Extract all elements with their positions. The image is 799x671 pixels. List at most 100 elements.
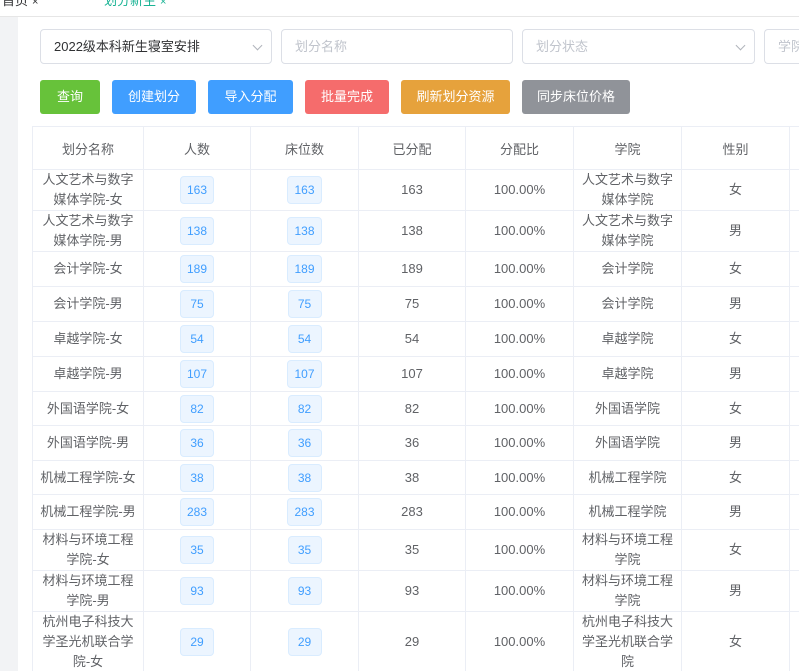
tab-freshman-division-label: 划分新生 (104, 0, 157, 8)
table-row[interactable]: 材料与环境工程学院-男 93 93 93 100.00% 材料与环境工程学院男 (32, 570, 799, 612)
cell-division-name: 材料与环境工程学院-男 (32, 570, 144, 612)
count-tag[interactable]: 82 (180, 394, 214, 423)
college-select[interactable]: 学院 (764, 29, 799, 64)
table-row[interactable]: 会计学院-女 189 189 189 100.00% 会计学院女 (32, 251, 799, 287)
import-assignment-button[interactable]: 导入分配 (208, 80, 293, 114)
cell-gender: 女 (681, 251, 790, 287)
cell-gender: 男 (681, 286, 790, 322)
beds-tag[interactable]: 54 (287, 325, 322, 353)
beds-tag[interactable]: 35 (287, 536, 322, 564)
col-header-gender[interactable]: 性别 (681, 126, 790, 170)
cell-ratio: 100.00% (465, 570, 574, 612)
table-row[interactable]: 卓越学院-女 54 54 54 100.00% 卓越学院女 (32, 321, 799, 357)
cell-gender: 女 (681, 321, 790, 357)
tab-freshman-division[interactable]: 划分新生 × (104, 0, 166, 10)
count-tag[interactable]: 107 (179, 360, 215, 388)
cell-extra (789, 210, 799, 252)
col-header-assigned[interactable]: 已分配 (358, 126, 466, 170)
cell-extra (789, 494, 799, 530)
table-row[interactable]: 杭州电子科技大学圣光机联合学院-女 29 29 29 100.00% 杭州电子科技大学圣光… (32, 611, 799, 671)
cell-extra (789, 251, 799, 287)
cell-college: 材料与环境工程学院 (573, 570, 682, 612)
table-row[interactable]: 外国语学院-女 82 82 82 100.00% 外国语学院女 (32, 391, 799, 426)
cell-beds: 38 (250, 460, 359, 495)
close-icon[interactable]: × (160, 0, 166, 8)
cell-ratio: 100.00% (465, 210, 574, 252)
beds-tag[interactable]: 93 (287, 577, 322, 605)
division-status-select[interactable]: 划分状态 (522, 29, 755, 64)
col-header-ratio[interactable]: 分配比 (465, 126, 574, 170)
count-tag[interactable]: 163 (179, 176, 215, 204)
cell-division-name: 卓越学院-女 (32, 321, 144, 357)
count-tag[interactable]: 38 (180, 463, 214, 492)
close-icon[interactable]: × (32, 0, 38, 8)
cell-beds: 35 (250, 529, 359, 571)
col-header-beds[interactable]: 床位数 (250, 126, 359, 170)
count-tag[interactable]: 138 (179, 217, 215, 245)
table-row[interactable]: 机械工程学院-男 283 283 283 100.00% 机械工程学院男 (32, 494, 799, 530)
beds-tag[interactable]: 36 (287, 429, 322, 457)
beds-tag[interactable]: 107 (287, 360, 322, 388)
tab-home[interactable]: 首页 × (2, 0, 38, 10)
cell-ratio: 100.00% (465, 425, 574, 461)
beds-tag[interactable]: 75 (287, 290, 322, 318)
count-tag[interactable]: 283 (179, 498, 215, 526)
division-status-placeholder: 划分状态 (536, 39, 589, 54)
semester-select[interactable]: 2022级本科新生寝室安排 (40, 29, 272, 64)
count-tag[interactable]: 29 (180, 628, 214, 656)
cell-college: 外国语学院 (573, 425, 682, 461)
cell-ratio: 100.00% (465, 251, 574, 287)
beds-tag[interactable]: 189 (287, 255, 322, 283)
beds-tag[interactable]: 82 (287, 394, 322, 423)
beds-tag[interactable]: 29 (287, 628, 322, 656)
count-tag[interactable]: 35 (180, 536, 214, 564)
batch-complete-button[interactable]: 批量完成 (305, 80, 389, 114)
query-button[interactable]: 查询 (40, 80, 100, 114)
cell-beds: 75 (250, 286, 359, 322)
count-tag[interactable]: 54 (180, 325, 214, 353)
col-header-extra (789, 126, 799, 170)
division-name-placeholder: 划分名称 (295, 39, 348, 54)
cell-count: 283 (143, 494, 251, 530)
col-header-count[interactable]: 人数 (143, 126, 251, 170)
cell-division-name: 外国语学院-女 (32, 391, 144, 426)
col-header-college[interactable]: 学院 (573, 126, 682, 170)
count-tag[interactable]: 36 (180, 429, 214, 457)
cell-ratio: 100.00% (465, 460, 574, 495)
beds-tag[interactable]: 38 (287, 463, 322, 492)
cell-division-name: 人文艺术与数字媒体学院-男 (32, 210, 144, 252)
count-tag[interactable]: 75 (180, 290, 214, 318)
cell-division-name: 机械工程学院-女 (32, 460, 144, 495)
division-name-input[interactable]: 划分名称 (281, 29, 513, 64)
table-row[interactable]: 外国语学院-男 36 36 36 100.00% 外国语学院男 (32, 425, 799, 461)
cell-beds: 36 (250, 425, 359, 461)
table-row[interactable]: 机械工程学院-女 38 38 38 100.00% 机械工程学院女 (32, 460, 799, 495)
cell-ratio: 100.00% (465, 529, 574, 571)
table-row[interactable]: 卓越学院-男 107 107 107 100.00% 卓越学院男 (32, 356, 799, 392)
cell-college: 会计学院 (573, 251, 682, 287)
beds-tag[interactable]: 138 (287, 217, 322, 245)
cell-college: 卓越学院 (573, 356, 682, 392)
refresh-resources-button[interactable]: 刷新划分资源 (401, 80, 510, 114)
table-row[interactable]: 人文艺术与数字媒体学院-女 163 163 163 100.00% 人文艺术与数字媒体学院… (32, 169, 799, 211)
table-row[interactable]: 会计学院-男 75 75 75 100.00% 会计学院男 (32, 286, 799, 322)
cell-extra (789, 460, 799, 495)
cell-ratio: 100.00% (465, 611, 574, 671)
sync-bed-price-button[interactable]: 同步床位价格 (522, 80, 630, 114)
cell-extra (789, 570, 799, 612)
table-row[interactable]: 人文艺术与数字媒体学院-男 138 138 138 100.00% 人文艺术与数字媒体学院… (32, 210, 799, 252)
cell-beds: 163 (250, 169, 359, 211)
cell-gender: 男 (681, 356, 790, 392)
beds-tag[interactable]: 163 (287, 176, 322, 204)
create-division-button[interactable]: 创建划分 (112, 80, 196, 114)
cell-college: 外国语学院 (573, 391, 682, 426)
cell-college: 会计学院 (573, 286, 682, 322)
col-header-name[interactable]: 划分名称 (32, 126, 144, 170)
cell-beds: 138 (250, 210, 359, 252)
count-tag[interactable]: 93 (180, 577, 214, 605)
tab-home-label: 首页 (2, 0, 29, 8)
beds-tag[interactable]: 283 (287, 498, 322, 526)
count-tag[interactable]: 189 (179, 255, 215, 283)
table-row[interactable]: 材料与环境工程学院-女 35 35 35 100.00% 材料与环境工程学院女 (32, 529, 799, 571)
table-header-row: 划分名称 人数 床位数 已分配 分配比 学院 性别 (32, 126, 799, 170)
